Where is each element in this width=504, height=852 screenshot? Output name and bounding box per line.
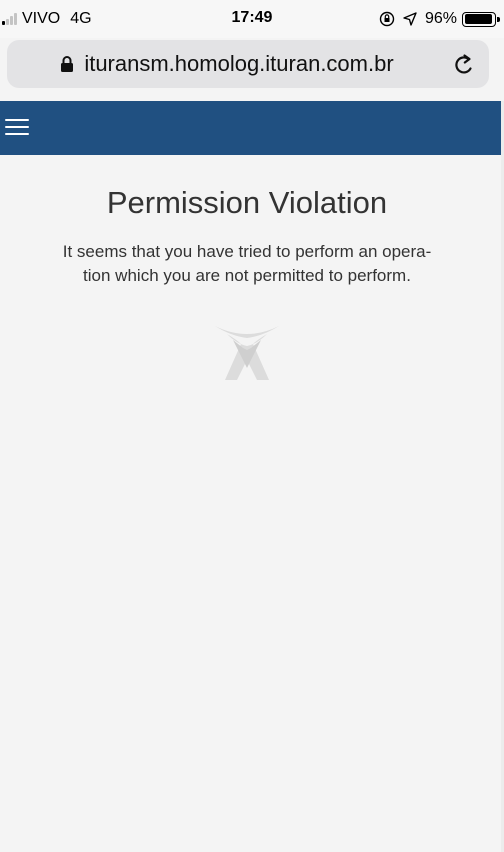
lock-icon	[60, 55, 74, 73]
battery-percent: 96%	[424, 10, 457, 27]
menu-icon[interactable]	[5, 116, 29, 138]
address-bar[interactable]: ituransm.homolog.ituran.com.br	[7, 40, 489, 88]
location-arrow-icon	[403, 12, 417, 26]
reload-button[interactable]	[451, 52, 477, 78]
main-content: Permission Violation It seems that you h…	[0, 155, 501, 852]
status-right: 96%	[379, 9, 500, 29]
page-title: Permission Violation	[106, 185, 388, 220]
error-message: It seems that you have tried to perform …	[32, 240, 462, 288]
battery-icon	[462, 11, 500, 27]
url-text: ituransm.homolog.ituran.com.br	[84, 51, 394, 76]
app-header	[0, 101, 501, 155]
orientation-lock-icon	[379, 11, 395, 27]
url-display[interactable]: ituransm.homolog.ituran.com.br	[7, 40, 447, 88]
status-bar: VIVO 4G 17:49 96%	[0, 0, 504, 38]
error-message-line-1: It seems that you have tried to perform …	[62, 242, 432, 261]
reload-icon	[455, 54, 472, 74]
jira-logo-icon	[211, 320, 283, 384]
error-message-line-2: tion which you are not permitted to perf…	[83, 266, 411, 285]
